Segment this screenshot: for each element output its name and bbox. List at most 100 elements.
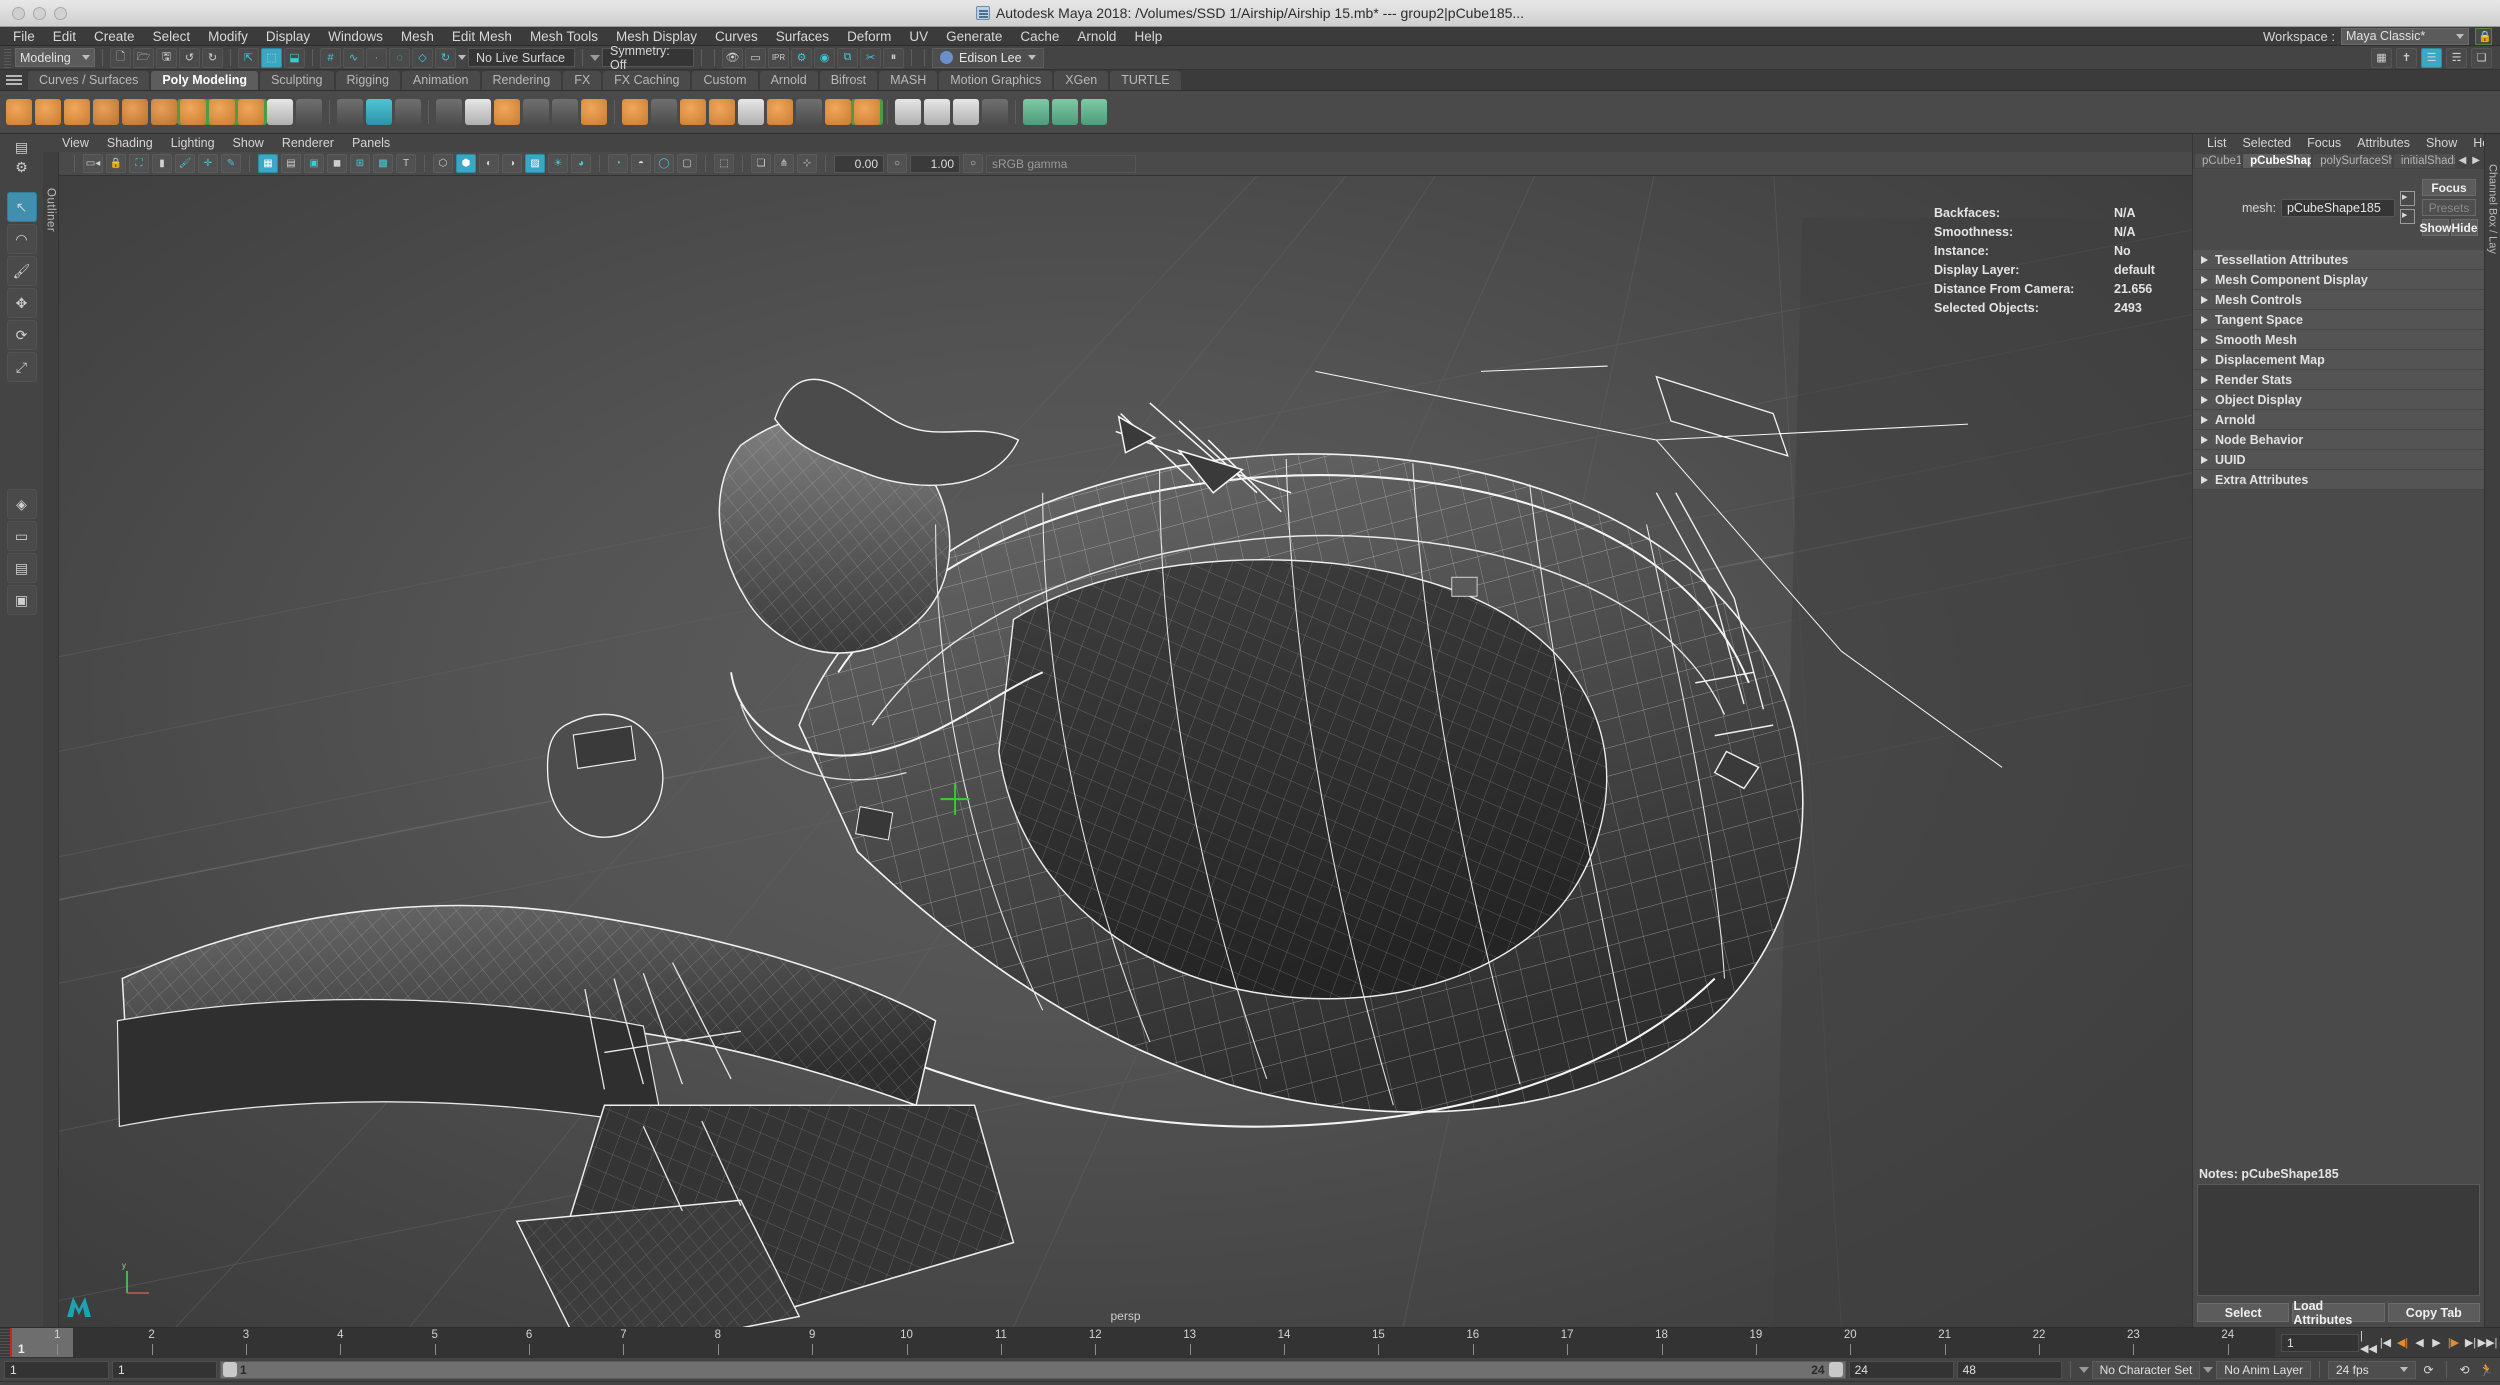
anim-layer-field[interactable]: No Anim Layer [2216, 1360, 2311, 1379]
main-menu-items[interactable]: File Edit Create Select Modify Display Windows… [4, 27, 1171, 46]
ipr-render-icon[interactable]: IPR [768, 47, 789, 68]
gamma-field[interactable]: 1.00 [910, 154, 960, 173]
menu-surfaces[interactable]: Surfaces [767, 27, 838, 46]
lock-camera-icon[interactable]: 🔒 [106, 154, 126, 173]
poly-reduce-icon[interactable] [854, 99, 880, 125]
step-forward-key-icon[interactable]: ▶| [2463, 1334, 2478, 1352]
poly-boolean-icon[interactable] [366, 99, 392, 125]
shelf-tab-rigging[interactable]: Rigging [335, 71, 400, 90]
viewport-menu-shading[interactable]: Shading [98, 136, 162, 150]
presets-button[interactable]: Presets [2422, 199, 2476, 216]
shelf-tab-fx[interactable]: FX [563, 71, 602, 90]
loop-playback-icon[interactable]: ⟳ [2419, 1360, 2438, 1379]
attribute-section-uuid[interactable]: UUID [2193, 450, 2484, 470]
select-component-icon[interactable]: ⬓ [284, 47, 305, 68]
range-start-field[interactable]: 1 [4, 1360, 109, 1379]
chevron-down-icon[interactable] [458, 55, 466, 60]
menu-modify[interactable]: Modify [199, 27, 257, 46]
user-account-chip[interactable]: Edison Lee [932, 47, 1044, 68]
snap-curve-icon[interactable]: ∿ [343, 47, 364, 68]
shelf-tab-curves-surfaces[interactable]: Curves / Surfaces [28, 71, 150, 90]
attribute-section-node-behavior[interactable]: Node Behavior [2193, 430, 2484, 450]
menuset-select[interactable]: Modeling [15, 48, 95, 67]
xray-active-components-icon[interactable]: ⊹ [797, 154, 817, 173]
menu-cache[interactable]: Cache [1011, 27, 1068, 46]
human-ik-icon[interactable]: ✝ [2396, 47, 2417, 68]
poly-append-icon[interactable] [581, 99, 607, 125]
hypershade-icon[interactable]: ◉ [814, 47, 835, 68]
use-lights-icon[interactable]: ☀ [548, 154, 568, 173]
attribute-section-object-display[interactable]: Object Display [2193, 390, 2484, 410]
select-tool-icon[interactable]: ↖ [6, 192, 37, 222]
poly-insert-edgeloop-icon[interactable] [738, 99, 764, 125]
pause-icon[interactable]: ⏸ [883, 47, 904, 68]
viewport-toolbar[interactable]: ▭◂ 🔒 ⛶ ▮ 🖌 ✛ ✎ ▦ ▤ ▣ ◼ ⊞ ▩ T ⬡ ⬢ ◐ ◑ ▨ ☀… [59, 152, 2192, 176]
poly-triangulate-icon[interactable] [982, 99, 1008, 125]
auto-key-icon[interactable]: ⟲ [2455, 1360, 2474, 1379]
toolbox-settings-icon[interactable]: ⚙ [7, 158, 37, 176]
poly-bridge-icon[interactable] [552, 99, 578, 125]
undo-icon[interactable]: ↺ [179, 47, 200, 68]
statusline-grip[interactable] [4, 47, 11, 68]
poly-uv-editor-icon[interactable] [1023, 99, 1049, 125]
snap-view-plane-icon[interactable]: ◇ [412, 47, 433, 68]
attribute-section-displacement-map[interactable]: Displacement Map [2193, 350, 2484, 370]
poly-sphere-icon[interactable] [6, 99, 32, 125]
menu-curves[interactable]: Curves [706, 27, 767, 46]
menu-mesh[interactable]: Mesh [392, 27, 443, 46]
isolate-select-icon[interactable]: ⬚ [714, 154, 734, 173]
go-to-start-icon[interactable]: |◀◀ [2360, 1330, 2377, 1355]
timeline-grip[interactable] [0, 1328, 10, 1357]
chevron-down-icon[interactable] [590, 54, 600, 61]
menu-select[interactable]: Select [144, 27, 200, 46]
break-light-link-icon[interactable]: ✂ [860, 47, 881, 68]
attribute-section-arnold[interactable]: Arnold [2193, 410, 2484, 430]
grease-pencil-icon[interactable]: ✎ [221, 154, 241, 173]
attribute-section-render-stats[interactable]: Render Stats [2193, 370, 2484, 390]
shelf-tab-xgen[interactable]: XGen [1054, 71, 1109, 90]
range-bar[interactable]: 1 24 [220, 1360, 1846, 1379]
image-plane-icon[interactable]: 🖌 [175, 154, 195, 173]
bookmark-icon[interactable]: ▮ [152, 154, 172, 173]
menu-file[interactable]: File [4, 27, 44, 46]
status-line[interactable]: Modeling 🗋 🗁 🖫 ↺ ↻ ⇱ ⬚ ⬓ # ∿ · ◌ ◇ ↻ No … [0, 44, 2500, 72]
select-object-icon[interactable]: ⬚ [261, 47, 282, 68]
viewport-menu-items[interactable]: View Shading Lighting Show Renderer Panels [53, 136, 399, 150]
poly-type-icon[interactable] [267, 99, 293, 125]
multisample-aa-icon[interactable]: ◯ [654, 154, 674, 173]
ae-tab-pcube185[interactable]: pCube185 [2195, 153, 2242, 168]
poly-mirror-icon[interactable] [465, 99, 491, 125]
symmetry-field[interactable]: Symmetry: Off [602, 44, 694, 72]
attribute-editor-menu-items[interactable]: ListSelectedFocusAttributesShowHelp [2199, 136, 2500, 150]
ae-menu-attributes[interactable]: Attributes [2349, 136, 2418, 150]
color-transform-select[interactable]: sRGB gamma [986, 154, 1136, 173]
xray-joints-icon[interactable]: ⋔ [774, 154, 794, 173]
attribute-editor-tabs[interactable]: pCube185pCubeShape185polySurfaceShape13i… [2193, 152, 2484, 169]
depth-of-field-icon[interactable]: ▢ [677, 154, 697, 173]
exposure-reset-icon[interactable]: ○ [887, 154, 907, 173]
menu-display[interactable]: Display [257, 27, 319, 46]
scale-tool-icon[interactable]: ⤢ [6, 352, 37, 382]
chevron-down-icon[interactable] [2078, 1366, 2089, 1373]
tab-next-icon[interactable]: ▶ [2470, 155, 2482, 166]
snap-grid-icon[interactable]: # [320, 47, 341, 68]
ae-tab-initialshadingg[interactable]: initialShadingG [2393, 153, 2455, 168]
time-slider[interactable]: 1 1 2 3 4 5 6 7 8 9 10 11 12 13 14 15 16 17 18 19 20 21 22 23 2… [0, 1327, 2500, 1357]
ae-tab-pcubeshape185[interactable]: pCubeShape185 [2243, 153, 2312, 168]
shelf-tab-mash[interactable]: MASH [879, 71, 938, 90]
attribute-editor-footer[interactable]: Select Load Attributes Copy Tab [2193, 1299, 2484, 1327]
shaded-wireframe-icon[interactable]: ◐ [479, 154, 499, 173]
select-hierarchy-icon[interactable]: ⇱ [238, 47, 259, 68]
timeline-controls[interactable]: 1 |◀◀ |◀ ◀| ◀ ▶ |▶ ▶| ▶▶| [2275, 1328, 2500, 1357]
poly-cleanup-icon[interactable] [953, 99, 979, 125]
menu-arnold[interactable]: Arnold [1068, 27, 1125, 46]
smooth-shade-icon[interactable]: ⬢ [456, 154, 476, 173]
shelf-tab-fx-caching[interactable]: FX Caching [603, 71, 691, 90]
toolbox-menu-icon[interactable]: ▤ [7, 138, 37, 156]
poly-uv-layout-icon[interactable] [1052, 99, 1078, 125]
poly-smooth-icon[interactable] [436, 99, 462, 125]
layer-editor-toggle-icon[interactable]: ❏ [2471, 47, 2492, 68]
menu-edit-mesh[interactable]: Edit Mesh [443, 27, 521, 46]
save-scene-icon[interactable]: 🖫 [156, 47, 177, 68]
poly-transfer-attrs-icon[interactable] [895, 99, 921, 125]
